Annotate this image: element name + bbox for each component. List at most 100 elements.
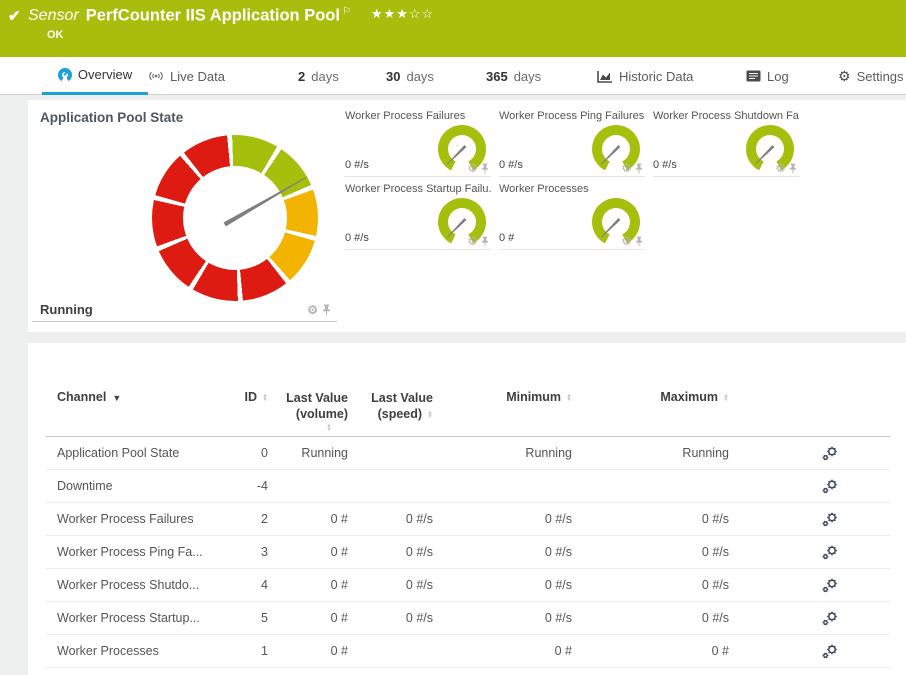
tab-settings[interactable]: ⚙ Settings (838, 57, 904, 95)
edit-channel-gears-icon[interactable] (821, 577, 839, 594)
mini-gauge-title: Worker Processes (499, 183, 645, 195)
sort-icon: ▲▼ (723, 394, 729, 402)
mini-gauge-needle (600, 144, 621, 165)
tab-live-data-label: Live Data (170, 69, 225, 84)
mini-gauge-title: Worker Process Shutdown Fa... (653, 110, 799, 122)
table-row: Downtime -4 (46, 470, 890, 503)
column-header-id[interactable]: ID▲▼ (228, 390, 268, 404)
edit-channel-gears-icon[interactable] (821, 511, 839, 528)
mini-gauge-value: 0 #/s (499, 159, 523, 171)
cell-minimum: 0 #/s (433, 512, 572, 526)
mini-gauge-value: 0 # (499, 232, 514, 244)
mini-gauge-tile: Worker Process Failures 0 #/s ⚙ (345, 110, 491, 177)
cell-id: 4 (228, 578, 268, 592)
tab-bar: Overview Live Data 2 days 30 days 365 da… (0, 57, 906, 95)
status-check-icon: ✔ (8, 7, 21, 25)
tile-gear-icon[interactable]: ⚙ (621, 162, 632, 174)
cell-last-value-speed: 0 #/s (348, 578, 433, 592)
column-header-minimum[interactable]: Minimum▲▼ (433, 390, 572, 404)
gauge-gear-icon[interactable]: ⚙ (307, 304, 318, 316)
tab-2-days-label: days (311, 69, 338, 84)
cell-channel: Downtime (46, 479, 228, 493)
sort-icon: ▲▼ (326, 424, 332, 432)
state-gauge-value: Running (40, 302, 93, 317)
cell-last-value-speed: 0 #/s (348, 611, 433, 625)
cell-maximum: 0 #/s (572, 578, 729, 592)
state-gauge-footer: Running ⚙ (32, 298, 337, 322)
mini-gauge-tile: Worker Process Shutdown Fa... 0 #/s ⚙ (653, 110, 799, 177)
cell-id: 0 (228, 446, 268, 460)
gauge-pin-icon[interactable] (322, 304, 331, 316)
cell-channel: Worker Processes (46, 644, 228, 658)
tab-30-days[interactable]: 30 days (386, 57, 434, 95)
flag-icon[interactable]: ⚐ (342, 6, 351, 17)
column-header-last-value-speed[interactable]: Last Value (speed)▲▼ (348, 390, 433, 422)
cell-maximum: Running (572, 446, 729, 460)
cell-last-value-volume: Running (268, 446, 348, 460)
edit-channel-gears-icon[interactable] (821, 544, 839, 561)
mini-gauge-tile: Worker Processes 0 # ⚙ (499, 183, 645, 250)
cell-maximum: 0 #/s (572, 512, 729, 526)
sensor-title: PerfCounter IIS Application Pool (86, 6, 340, 24)
tile-pin-icon[interactable] (635, 236, 643, 247)
mini-gauge-value: 0 #/s (653, 159, 677, 171)
mini-gauge-needle (754, 144, 775, 165)
column-header-maximum[interactable]: Maximum▲▼ (572, 390, 729, 404)
table-row: Worker Processes 1 0 # 0 # 0 # (46, 635, 890, 668)
tile-gear-icon[interactable]: ⚙ (467, 162, 478, 174)
historic-data-icon (597, 70, 613, 83)
tile-pin-icon[interactable] (789, 163, 797, 174)
cell-minimum: 0 #/s (433, 545, 572, 559)
tab-live-data[interactable]: Live Data (148, 57, 225, 95)
cell-id: 1 (228, 644, 268, 658)
sensor-header: ✔ SensorPerfCounter IIS Application Pool… (0, 0, 906, 57)
cell-channel: Worker Process Shutdo... (46, 578, 228, 592)
cell-last-value-volume: 0 # (268, 644, 348, 658)
tile-pin-icon[interactable] (481, 236, 489, 247)
edit-channel-gears-icon[interactable] (821, 478, 839, 495)
tile-pin-icon[interactable] (635, 163, 643, 174)
column-header-last-value-volume[interactable]: Last Value (volume) ▲▼ (268, 390, 348, 432)
cell-maximum: 0 # (572, 644, 729, 658)
edit-channel-gears-icon[interactable] (821, 643, 839, 660)
settings-gear-icon: ⚙ (838, 69, 851, 83)
state-gauge-title: Application Pool State (40, 110, 183, 125)
table-row: Worker Process Ping Fa... 3 0 # 0 #/s 0 … (46, 536, 890, 569)
tile-gear-icon[interactable]: ⚙ (467, 235, 478, 247)
cell-last-value-speed: 0 #/s (348, 545, 433, 559)
tab-30-days-label: days (406, 69, 433, 84)
log-icon (746, 70, 761, 82)
tab-historic-data[interactable]: Historic Data (597, 57, 693, 95)
tile-pin-icon[interactable] (481, 163, 489, 174)
mini-gauge-value: 0 #/s (345, 159, 369, 171)
channel-table: Channel▼ ID▲▼ Last Value (volume) ▲▼ Las… (46, 343, 890, 668)
mini-gauge-title: Worker Process Startup Failu... (345, 183, 491, 195)
sort-desc-icon: ▼ (112, 393, 121, 403)
table-row: Worker Process Startup... 5 0 # 0 #/s 0 … (46, 602, 890, 635)
cell-minimum: 0 #/s (433, 578, 572, 592)
tab-365-days-number: 365 (486, 69, 508, 84)
tab-2-days[interactable]: 2 days (298, 57, 339, 95)
cell-last-value-volume: 0 # (268, 545, 348, 559)
tile-gear-icon[interactable]: ⚙ (621, 235, 632, 247)
tab-settings-label: Settings (857, 69, 904, 84)
tab-historic-data-label: Historic Data (619, 69, 693, 84)
mini-gauge-tile: Worker Process Ping Failures 0 #/s ⚙ (499, 110, 645, 177)
tile-gear-icon[interactable]: ⚙ (775, 162, 786, 174)
mini-gauge-title: Worker Process Ping Failures (499, 110, 645, 122)
edit-channel-gears-icon[interactable] (821, 445, 839, 462)
priority-stars[interactable]: ★★★☆☆ (371, 6, 434, 21)
cell-id: 5 (228, 611, 268, 625)
mini-gauge-value: 0 #/s (345, 232, 369, 244)
tab-overview[interactable]: Overview (42, 57, 148, 95)
cell-channel: Application Pool State (46, 446, 228, 460)
edit-channel-gears-icon[interactable] (821, 610, 839, 627)
mini-gauge-needle (446, 144, 467, 165)
tab-overview-label: Overview (78, 67, 132, 82)
overview-panel: Application Pool State Running ⚙ Worker … (28, 100, 906, 332)
tab-log[interactable]: Log (746, 57, 789, 95)
column-header-channel[interactable]: Channel▼ (46, 390, 228, 404)
cell-minimum: Running (433, 446, 572, 460)
tab-365-days[interactable]: 365 days (486, 57, 541, 95)
cell-last-value-volume: 0 # (268, 611, 348, 625)
